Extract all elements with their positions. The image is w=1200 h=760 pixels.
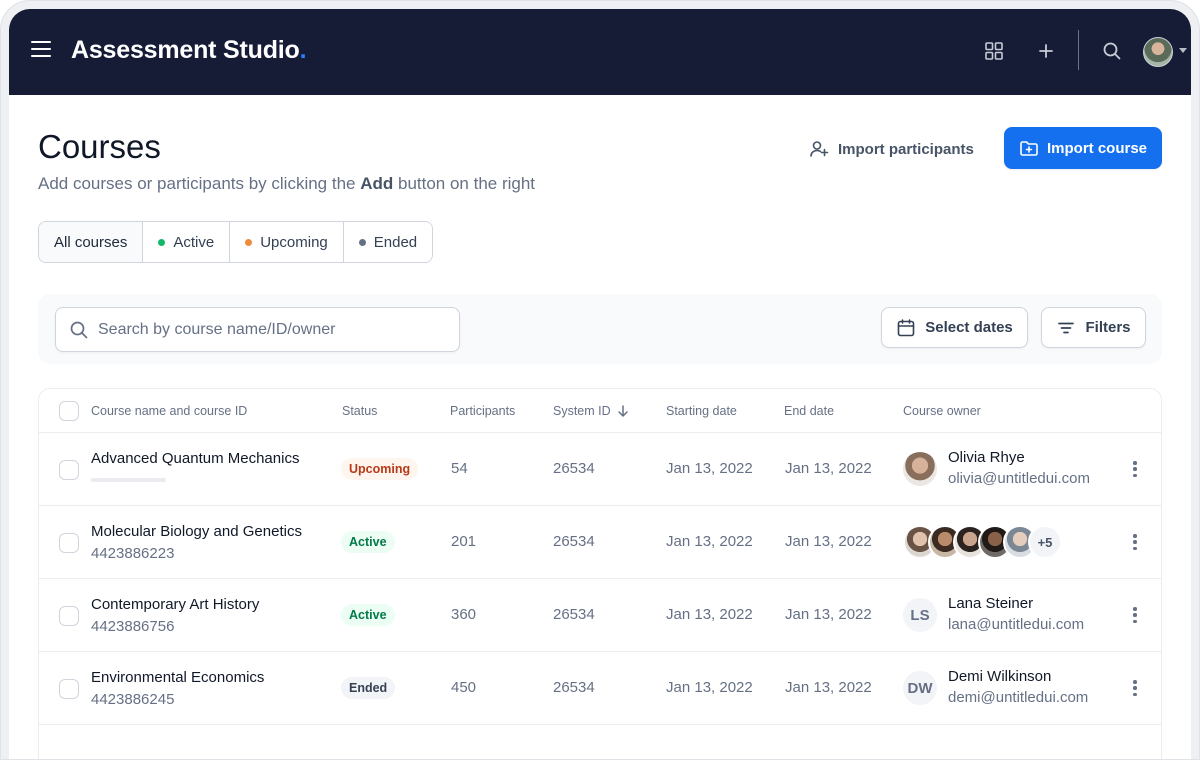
status-dot xyxy=(245,238,253,246)
import-course-button[interactable]: Import course xyxy=(1004,127,1162,169)
course-id-placeholder xyxy=(91,478,166,482)
segment-all-courses[interactable]: All courses xyxy=(39,222,144,262)
course-name: Contemporary Art History xyxy=(91,596,260,613)
brand-dot: . xyxy=(299,36,307,64)
status-badge: Ended xyxy=(341,677,396,699)
column-participants[interactable]: Participants xyxy=(450,404,515,418)
arrow-down-icon xyxy=(617,405,628,417)
segment-ended[interactable]: Ended xyxy=(343,222,433,262)
column-system-id[interactable]: System ID xyxy=(553,404,630,418)
user-avatar[interactable] xyxy=(1143,37,1173,67)
course-name: Advanced Quantum Mechanics xyxy=(91,450,300,467)
app-title: Assessment Studio. xyxy=(71,36,307,64)
row-checkbox[interactable] xyxy=(59,606,79,626)
end-date: Jan 13, 2022 xyxy=(785,460,872,477)
course-id: 4423886223 xyxy=(91,545,175,562)
more-vertical-icon[interactable] xyxy=(1131,606,1139,624)
search-icon[interactable] xyxy=(1102,41,1122,61)
top-navigation-bar: Assessment Studio. xyxy=(9,9,1191,95)
system-id: 26534 xyxy=(553,679,595,696)
status-dot xyxy=(358,238,366,246)
more-vertical-icon[interactable] xyxy=(1131,533,1139,551)
more-owners-count: +5 xyxy=(1028,525,1062,559)
row-checkbox[interactable] xyxy=(59,460,79,480)
import-participants-label: Import participants xyxy=(838,140,974,158)
column-starting-date[interactable]: Starting date xyxy=(666,404,737,418)
participants-count: 54 xyxy=(451,460,468,477)
table-header: Course name and course ID Status Partici… xyxy=(39,389,1161,433)
segment-upcoming[interactable]: Upcoming xyxy=(230,222,344,262)
system-id: 26534 xyxy=(553,533,595,550)
column-end-date[interactable]: End date xyxy=(784,404,834,418)
courses-table: Course name and course ID Status Partici… xyxy=(38,388,1162,760)
search-icon xyxy=(70,321,88,338)
avatar xyxy=(903,452,937,486)
chevron-down-icon[interactable] xyxy=(1179,48,1187,53)
participants-count: 201 xyxy=(451,533,477,550)
column-course-name[interactable]: Course name and course ID xyxy=(91,404,247,418)
page-title: Courses xyxy=(38,128,161,165)
owner-email: demi@untitledui.com xyxy=(948,689,1089,706)
starting-date: Jan 13, 2022 xyxy=(666,606,753,623)
starting-date: Jan 13, 2022 xyxy=(666,679,753,696)
status-segmented-control: All courses Active Upcoming Ended xyxy=(38,221,434,263)
participants-count: 450 xyxy=(451,679,477,696)
starting-date: Jan 13, 2022 xyxy=(666,460,753,477)
import-course-label: Import course xyxy=(1046,139,1148,157)
status-badge: Upcoming xyxy=(341,458,419,480)
table-row[interactable]: Contemporary Art History 4423886756 Acti… xyxy=(39,579,1161,652)
page-subtitle: Add courses or participants by clicking … xyxy=(38,174,536,193)
table-row[interactable]: Advanced Quantum Mechanics Upcoming 54 2… xyxy=(39,433,1161,506)
search-field[interactable] xyxy=(55,307,460,352)
course-id: 4423886756 xyxy=(91,618,175,635)
search-input[interactable] xyxy=(98,320,438,339)
avatar: DW xyxy=(903,671,937,705)
status-badge: Active xyxy=(341,604,395,626)
menu-icon[interactable] xyxy=(31,41,51,59)
folder-plus-icon xyxy=(1020,141,1038,156)
select-all-checkbox[interactable] xyxy=(59,401,79,421)
end-date: Jan 13, 2022 xyxy=(785,533,872,550)
apps-grid-icon[interactable] xyxy=(985,42,1003,60)
end-date: Jan 13, 2022 xyxy=(785,606,872,623)
owner-name: Demi Wilkinson xyxy=(948,668,1052,685)
owner-name: Olivia Rhye xyxy=(948,449,1025,466)
segment-active[interactable]: Active xyxy=(143,222,231,262)
select-dates-button[interactable]: Select dates xyxy=(881,307,1028,348)
column-status[interactable]: Status xyxy=(342,404,377,418)
avatar: LS xyxy=(903,598,937,632)
owner-email: olivia@untitledui.com xyxy=(948,470,1090,487)
filter-lines-icon xyxy=(1058,322,1075,333)
column-course-owner[interactable]: Course owner xyxy=(903,404,981,418)
system-id: 26534 xyxy=(553,460,595,477)
end-date: Jan 13, 2022 xyxy=(785,679,872,696)
course-name: Molecular Biology and Genetics xyxy=(91,523,302,540)
course-name: Environmental Economics xyxy=(91,669,265,686)
more-vertical-icon[interactable] xyxy=(1131,460,1139,478)
row-checkbox[interactable] xyxy=(59,679,79,699)
status-dot xyxy=(158,238,166,246)
import-participants-button[interactable]: Import participants xyxy=(809,138,974,160)
filter-bar: Select dates Filters xyxy=(38,294,1162,364)
filters-button[interactable]: Filters xyxy=(1041,307,1146,348)
table-row[interactable]: Environmental Economics 4423886245 Ended… xyxy=(39,652,1161,725)
system-id: 26534 xyxy=(553,606,595,623)
app-frame: Assessment Studio. Courses Add courses o… xyxy=(0,0,1200,760)
course-id: 4423886245 xyxy=(91,691,175,708)
participants-count: 360 xyxy=(451,606,477,623)
more-vertical-icon[interactable] xyxy=(1131,679,1139,697)
owner-email: lana@untitledui.com xyxy=(948,616,1085,633)
status-badge: Active xyxy=(341,531,395,553)
user-plus-icon xyxy=(810,141,829,157)
plus-icon[interactable] xyxy=(1037,42,1055,60)
calendar-icon xyxy=(897,318,915,336)
owner-name: Lana Steiner xyxy=(948,595,1034,612)
toolbar-divider xyxy=(1078,30,1079,70)
starting-date: Jan 13, 2022 xyxy=(666,533,753,550)
table-row[interactable]: Molecular Biology and Genetics 442388622… xyxy=(39,506,1161,579)
row-checkbox[interactable] xyxy=(59,533,79,553)
